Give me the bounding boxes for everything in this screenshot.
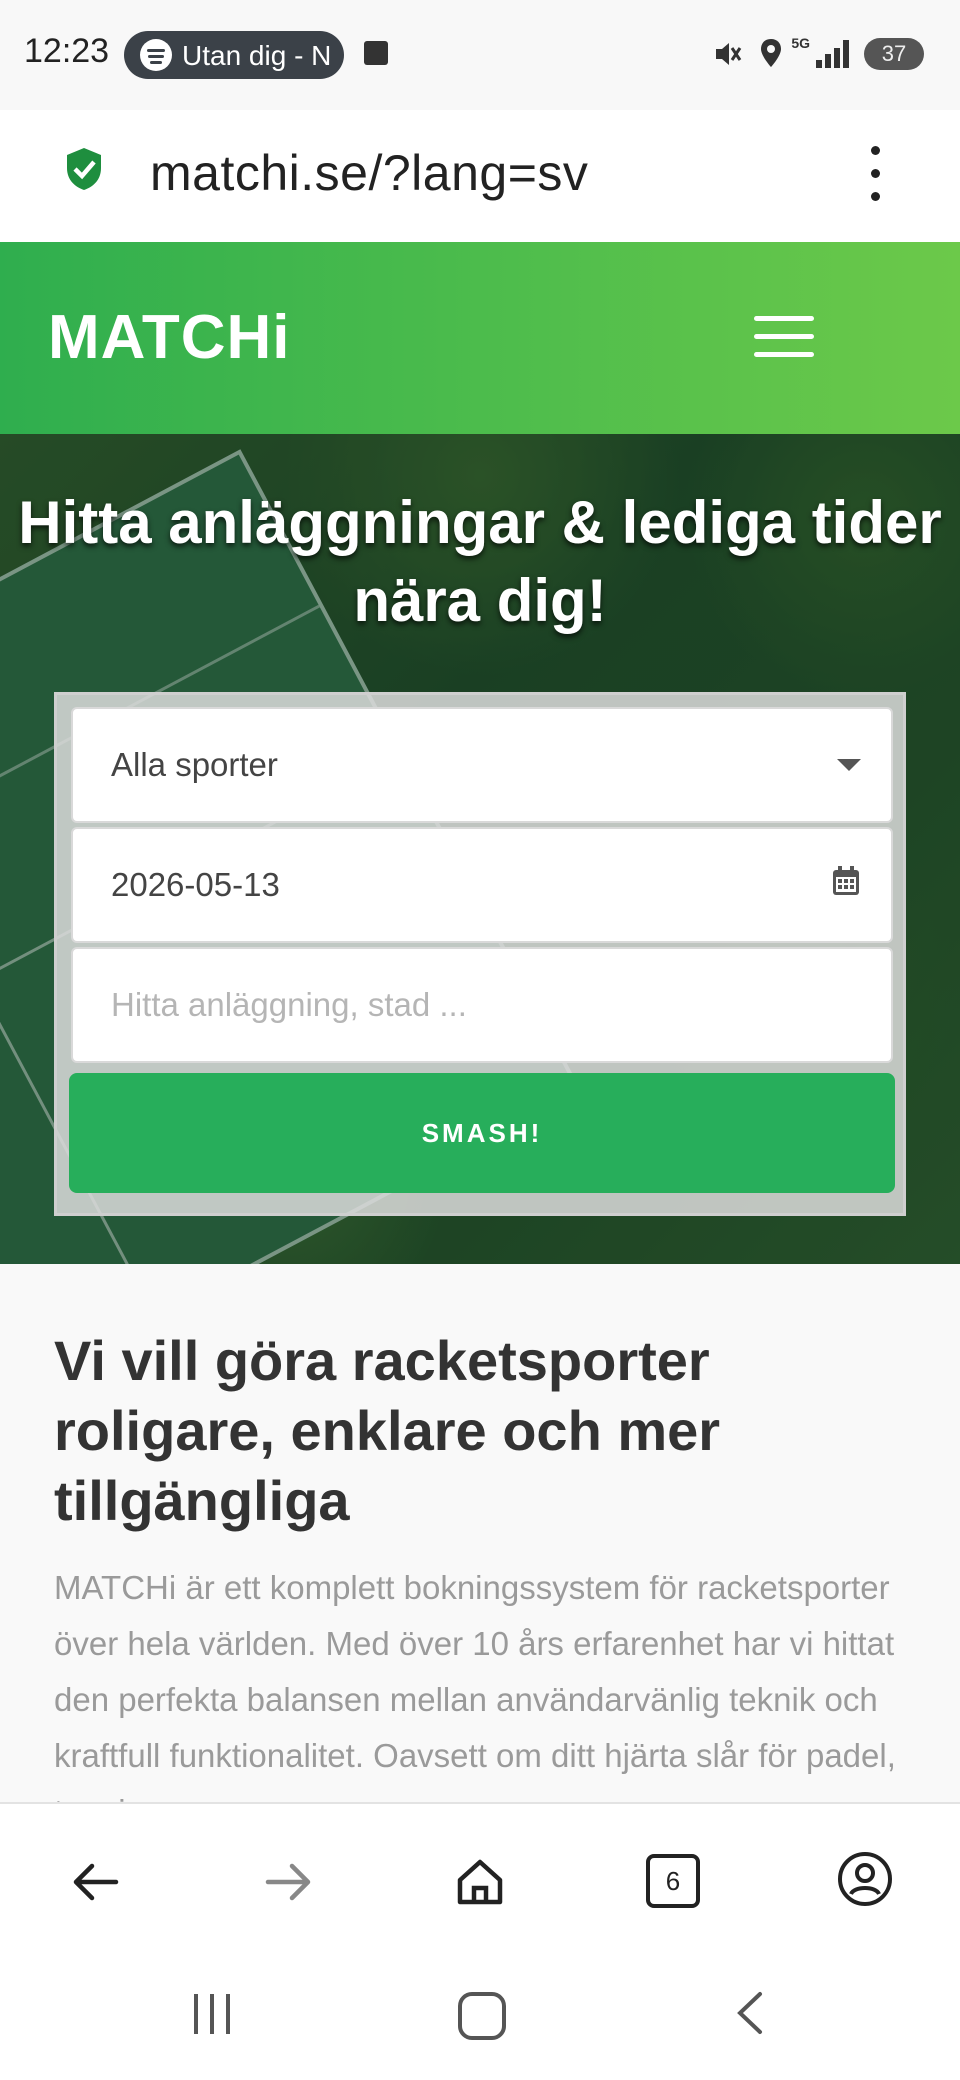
status-time: 12:23 xyxy=(24,32,110,70)
hero-title: Hitta anläggningar & lediga tider nära d… xyxy=(18,489,942,634)
spotify-icon xyxy=(140,39,172,71)
system-nav-bar xyxy=(0,1952,960,2080)
forward-arrow-icon[interactable] xyxy=(260,1854,316,1910)
back-arrow-icon[interactable] xyxy=(68,1854,124,1910)
browser-toolbar: 6 xyxy=(0,1802,960,1954)
url-text[interactable]: matchi.se/?lang=sv xyxy=(150,144,588,202)
media-pill[interactable]: Utan dig - N xyxy=(124,31,344,79)
smash-submit-button[interactable]: SMASH! xyxy=(69,1073,895,1193)
recent-apps-icon[interactable] xyxy=(192,1994,232,2034)
network-type: 5G xyxy=(791,35,810,51)
signal-icon xyxy=(812,40,852,68)
more-menu-icon[interactable] xyxy=(862,146,888,202)
location-icon xyxy=(761,39,781,67)
sport-select-value: Alla sporter xyxy=(111,746,278,783)
intro-body: MATCHi är ett komplett bokningssystem fö… xyxy=(54,1569,896,1804)
mute-icon xyxy=(716,43,742,65)
intro-heading: Vi vill göra racketsporter roligare, enk… xyxy=(54,1329,721,1532)
sport-select[interactable]: Alla sporter xyxy=(71,707,893,823)
system-back-icon[interactable] xyxy=(730,1990,770,2036)
status-bar: 12:23 Utan dig - N 5G 37 xyxy=(0,0,960,110)
battery-icon: 37 xyxy=(864,38,924,70)
intro-section: Vi vill göra racketsporter roligare, enk… xyxy=(0,1264,960,1804)
tabs-count-button[interactable]: 6 xyxy=(646,1854,700,1908)
date-field[interactable]: 2026-05-13 xyxy=(71,827,893,943)
checkbox-notification-icon xyxy=(364,41,388,65)
shield-check-icon xyxy=(67,148,101,190)
location-search-input[interactable]: Hitta anläggning, stad ... xyxy=(71,947,893,1063)
chevron-down-icon xyxy=(837,759,861,771)
media-pill-text: Utan dig - N xyxy=(182,40,332,71)
hamburger-menu-icon[interactable] xyxy=(754,312,814,360)
system-home-icon[interactable] xyxy=(458,1992,506,2040)
date-value: 2026-05-13 xyxy=(111,866,280,903)
site-header: MATCHi xyxy=(0,242,960,434)
home-icon[interactable] xyxy=(452,1854,508,1910)
search-form: Alla sporter 2026-05-13 Hitta anläggning… xyxy=(54,692,906,1216)
address-bar[interactable]: matchi.se/?lang=sv xyxy=(0,110,960,242)
matchi-logo[interactable]: MATCHi xyxy=(48,302,290,373)
calendar-icon[interactable] xyxy=(831,865,861,897)
profile-icon[interactable] xyxy=(838,1852,892,1906)
hero-section: Hitta anläggningar & lediga tider nära d… xyxy=(0,434,960,1264)
